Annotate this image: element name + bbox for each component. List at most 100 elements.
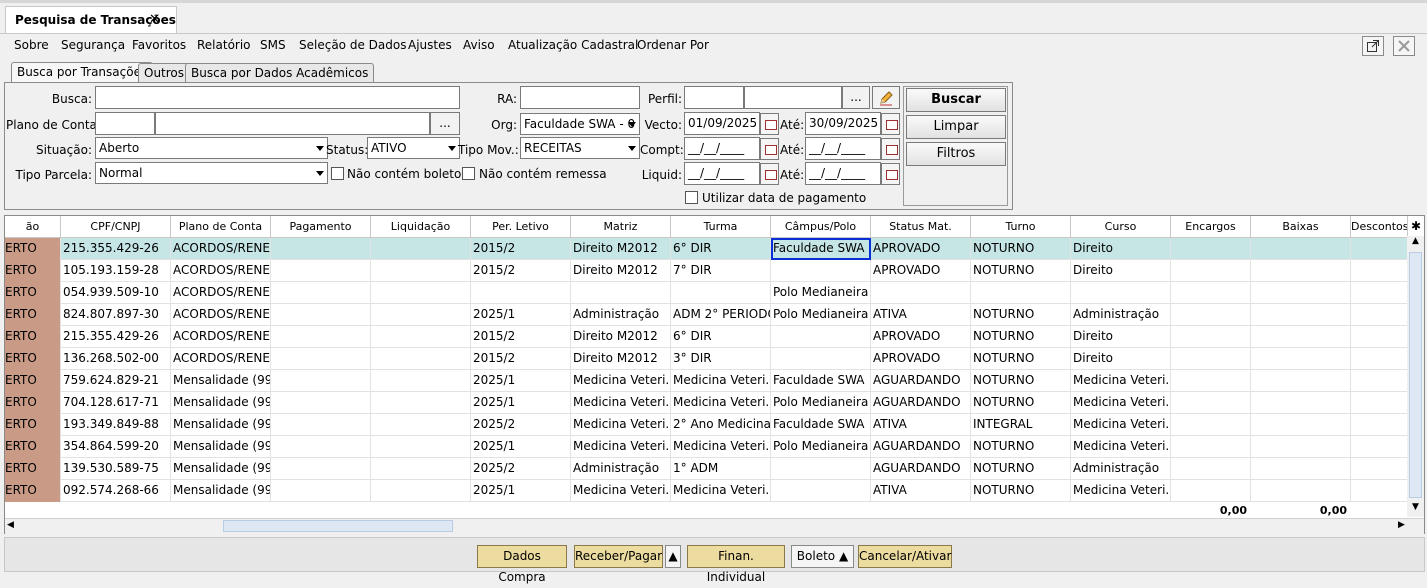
cell-descontos[interactable] (1351, 436, 1408, 458)
tipo-parcela-select[interactable]: Normal (95, 162, 328, 184)
cell-baixas[interactable] (1251, 238, 1351, 260)
column-header-matriz[interactable]: Matriz (571, 216, 671, 238)
cell-descontos[interactable] (1351, 304, 1408, 326)
cell-encargos[interactable] (1171, 326, 1251, 348)
cell-curso[interactable]: Medicina Veteri... (1071, 436, 1171, 458)
cell-campus-polo[interactable]: Faculdade SWA (771, 414, 871, 436)
cell-status-mat[interactable]: APROVADO (871, 238, 971, 260)
cell-encargos[interactable] (1171, 480, 1251, 502)
cell-per-letivo[interactable] (471, 282, 571, 304)
calendar-icon[interactable] (760, 163, 779, 185)
cell-liquidacao[interactable] (371, 436, 471, 458)
cell-encargos[interactable] (1171, 282, 1251, 304)
cell-descontos[interactable] (1351, 370, 1408, 392)
cell-status[interactable]: ERTO (5, 458, 61, 480)
column-header-plano-conta[interactable]: Plano de Conta (171, 216, 271, 238)
utilizar-data-pagamento-checkbox[interactable] (685, 191, 698, 204)
cell-campus-polo[interactable] (771, 326, 871, 348)
cell-status-mat[interactable]: AGUARDANDO (871, 458, 971, 480)
cell-pagamento[interactable] (271, 348, 371, 370)
finan-individual-button[interactable]: Finan. Individual (687, 545, 785, 584)
plano-conta-lookup-button[interactable]: ... (430, 112, 460, 135)
cell-turno[interactable]: NOTURNO (971, 458, 1071, 480)
column-header-baixas[interactable]: Baixas (1251, 216, 1351, 238)
cell-cpf-cnpj[interactable]: 215.355.429-26 (61, 326, 171, 348)
cell-matriz[interactable]: Medicina Veteri... (571, 436, 671, 458)
cell-campus-polo[interactable]: Faculdade SWA (771, 238, 871, 260)
close-window-button[interactable] (1393, 36, 1415, 56)
cell-curso[interactable]: Medicina Veteri... (1071, 480, 1171, 502)
cell-status-mat[interactable]: ATIVA (871, 304, 971, 326)
cell-turno[interactable]: NOTURNO (971, 304, 1071, 326)
perfil-name-input[interactable] (744, 86, 842, 109)
cell-curso[interactable]: Direito (1071, 326, 1171, 348)
nao-contem-boleto-checkbox[interactable] (331, 167, 344, 180)
cell-plano-conta[interactable]: ACORDOS/RENE... (171, 282, 271, 304)
cell-cpf-cnpj[interactable]: 105.193.159-28 (61, 260, 171, 282)
cell-curso[interactable]: Direito (1071, 348, 1171, 370)
cell-per-letivo[interactable]: 2025/2 (471, 414, 571, 436)
cancelar-ativar-button[interactable]: Cancelar/Ativar (858, 545, 952, 568)
liquid-to-input[interactable]: __/__/____ (805, 162, 881, 185)
cell-status-mat[interactable]: APROVADO (871, 260, 971, 282)
vertical-scrollbar[interactable]: ▲ ▼ (1407, 236, 1424, 517)
compt-to-input[interactable]: __/__/____ (805, 137, 881, 160)
calendar-icon[interactable] (881, 138, 900, 160)
cell-cpf-cnpj[interactable]: 824.807.897-30 (61, 304, 171, 326)
cell-per-letivo[interactable]: 2025/1 (471, 370, 571, 392)
table-row[interactable]: ERTO193.349.849-88Mensalidade (99... 2025… (5, 414, 1408, 436)
cell-plano-conta[interactable]: Mensalidade (99... (171, 392, 271, 414)
cell-descontos[interactable] (1351, 480, 1408, 502)
menu-relatorio[interactable]: Relatório (197, 38, 251, 52)
vecto-from-input[interactable]: 01/09/2025 (684, 112, 760, 135)
perfil-lookup-button[interactable]: ... (842, 86, 870, 109)
table-row[interactable]: ERTO704.128.617-71Mensalidade (99... 2025… (5, 392, 1408, 414)
cell-liquidacao[interactable] (371, 348, 471, 370)
cell-per-letivo[interactable]: 2025/1 (471, 392, 571, 414)
cell-curso[interactable]: Medicina Veteri... (1071, 370, 1171, 392)
cell-per-letivo[interactable]: 2015/2 (471, 260, 571, 282)
perfil-code-input[interactable] (684, 86, 744, 109)
ra-input[interactable] (520, 86, 640, 109)
cell-pagamento[interactable] (271, 392, 371, 414)
table-row[interactable]: ERTO092.574.268-66Mensalidade (99... 2025… (5, 480, 1408, 502)
cell-matriz[interactable]: Direito M2012 (571, 238, 671, 260)
cell-curso[interactable]: Medicina Veteri... (1071, 392, 1171, 414)
cell-curso[interactable]: Administração (1071, 304, 1171, 326)
column-header-turno[interactable]: Turno (971, 216, 1071, 238)
cell-descontos[interactable] (1351, 348, 1408, 370)
cell-liquidacao[interactable] (371, 392, 471, 414)
cell-pagamento[interactable] (271, 436, 371, 458)
cell-baixas[interactable] (1251, 436, 1351, 458)
cell-baixas[interactable] (1251, 370, 1351, 392)
nao-contem-remessa-checkbox[interactable] (462, 167, 475, 180)
plano-conta-name-input[interactable] (155, 112, 430, 135)
cell-turno[interactable] (971, 282, 1071, 304)
cell-status-mat[interactable]: AGUARDANDO (871, 370, 971, 392)
cell-pagamento[interactable] (271, 458, 371, 480)
cell-cpf-cnpj[interactable]: 759.624.829-21 (61, 370, 171, 392)
cell-encargos[interactable] (1171, 238, 1251, 260)
tab-busca-transacoes[interactable]: Busca por Transações (11, 62, 154, 83)
column-header-descontos[interactable]: Descontos (1351, 216, 1408, 238)
vertical-scroll-thumb[interactable] (1409, 252, 1422, 498)
cell-turno[interactable]: NOTURNO (971, 238, 1071, 260)
cell-campus-polo[interactable]: Polo Medianeira (771, 304, 871, 326)
cell-status-mat[interactable]: APROVADO (871, 326, 971, 348)
table-row[interactable]: ERTO 105.193.159-28 ACORDOS/RENE... 2015/2 D… (5, 260, 1408, 282)
cell-cpf-cnpj[interactable]: 136.268.502-00 (61, 348, 171, 370)
cell-curso[interactable] (1071, 282, 1171, 304)
cell-turno[interactable]: NOTURNO (971, 348, 1071, 370)
horizontal-scrollbar[interactable]: ◀ ▶ (5, 518, 1424, 534)
busca-input[interactable] (95, 86, 460, 109)
table-row[interactable]: ERTO 054.939.509-10 ACORDOS/RENE... Polo Me… (5, 282, 1408, 304)
filtros-button[interactable]: Filtros (906, 142, 1006, 166)
cell-liquidacao[interactable] (371, 480, 471, 502)
cell-baixas[interactable] (1251, 480, 1351, 502)
cell-curso[interactable]: Direito (1071, 260, 1171, 282)
cell-campus-polo[interactable] (771, 458, 871, 480)
cell-matriz[interactable]: Medicina Veteri... (571, 414, 671, 436)
cell-turma[interactable]: 7° DIR (671, 260, 771, 282)
column-header-liquidacao[interactable]: Liquidação (371, 216, 471, 238)
cell-matriz[interactable]: Direito M2012 (571, 326, 671, 348)
